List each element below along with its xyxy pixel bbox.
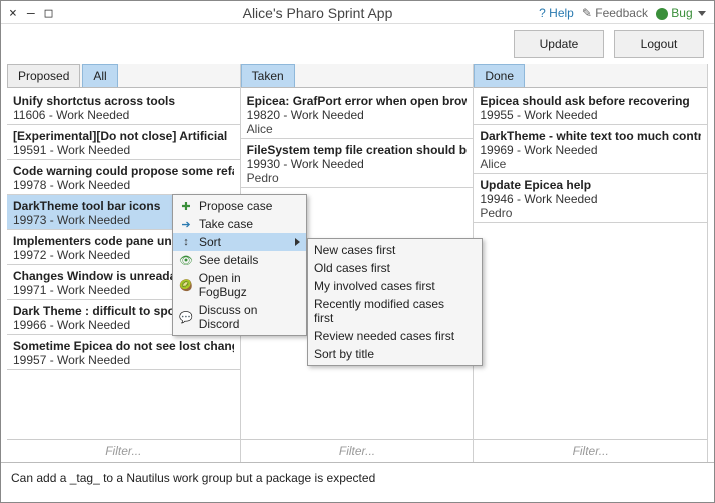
list-item[interactable]: Update Epicea help19946 - Work NeededPed…	[474, 174, 707, 223]
item-title: Unify shortctus across tools	[13, 94, 234, 108]
context-menu-sort-submenu[interactable]: New cases first Old cases first My involve…	[307, 238, 483, 366]
item-title: Code warning could propose some refa	[13, 164, 234, 178]
sort-option-my-involved-cases-first[interactable]: My involved cases first	[308, 277, 482, 295]
item-meta: 19955 - Work Needed	[480, 108, 701, 122]
menu-item-sort[interactable]: ↕ Sort	[173, 233, 306, 251]
menu-item-label: Take case	[199, 217, 253, 231]
item-assignee: Alice	[247, 122, 468, 136]
pencil-icon: ✎	[582, 6, 592, 20]
menu-item-discuss-on-discord[interactable]: 💬 Discuss on Discord	[173, 301, 306, 333]
filter-taken[interactable]: Filter...	[241, 439, 474, 462]
item-meta: 19946 - Work Needed	[480, 192, 701, 206]
feedback-link[interactable]: ✎ Feedback	[582, 6, 648, 20]
titlebar: × – □ Alice's Pharo Sprint App ? Help ✎ …	[1, 1, 714, 24]
minimize-window-button[interactable]: –	[27, 7, 35, 20]
list-item[interactable]: Epicea should ask before recovering19955…	[474, 90, 707, 125]
menu-item-label: Sort	[199, 235, 221, 249]
plus-icon: ✚	[179, 200, 193, 213]
close-window-button[interactable]: ×	[9, 7, 17, 20]
menu-item-label: Sort by title	[314, 347, 374, 361]
menu-item-label: Old cases first	[314, 261, 390, 275]
item-meta: 19969 - Work Needed	[480, 143, 701, 157]
list-item[interactable]: Epicea: GrafPort error when open browse1…	[241, 90, 474, 139]
item-meta: 11606 - Work Needed	[13, 108, 234, 122]
item-assignee: Alice	[480, 157, 701, 171]
list-done[interactable]: Epicea should ask before recovering19955…	[474, 88, 707, 439]
menu-item-label: Discuss on Discord	[199, 303, 286, 331]
item-meta: 19591 - Work Needed	[13, 143, 234, 157]
window-title: Alice's Pharo Sprint App	[129, 5, 506, 21]
tab-proposed[interactable]: Proposed	[7, 64, 80, 87]
chat-icon: 💬	[179, 311, 193, 324]
item-meta: 19930 - Work Needed	[247, 157, 468, 171]
menu-item-label: My involved cases first	[314, 279, 435, 293]
list-item[interactable]: FileSystem temp file creation should be …	[241, 139, 474, 188]
tab-taken[interactable]: Taken	[241, 64, 295, 87]
bug-dropdown[interactable]: Bug	[656, 6, 706, 20]
menu-item-label: Open in FogBugz	[199, 271, 286, 299]
sort-option-new-cases-first[interactable]: New cases first	[308, 241, 482, 259]
kiwi-icon: 🥝	[179, 279, 193, 292]
sort-icon: ↕	[179, 236, 193, 248]
chevron-right-icon	[295, 238, 300, 246]
menu-item-propose-case[interactable]: ✚ Propose case	[173, 197, 306, 215]
menu-item-open-in-fogbugz[interactable]: 🥝 Open in FogBugz	[173, 269, 306, 301]
menu-item-label: Propose case	[199, 199, 272, 213]
item-title: Sometime Epicea do not see lost chang	[13, 339, 234, 353]
list-item[interactable]: DarkTheme - white text too much contras1…	[474, 125, 707, 174]
list-item[interactable]: Sometime Epicea do not see lost chang199…	[7, 335, 240, 370]
list-item[interactable]: Unify shortctus across tools11606 - Work…	[7, 90, 240, 125]
item-title: DarkTheme - white text too much contras	[480, 129, 701, 143]
item-title: Update Epicea help	[480, 178, 701, 192]
tab-all[interactable]: All	[82, 64, 117, 87]
menu-item-label: Recently modified cases first	[314, 297, 462, 325]
status-bar: Can add a _tag_ to a Nautilus work group…	[1, 462, 714, 502]
sort-option-sort-by-title[interactable]: Sort by title	[308, 345, 482, 363]
help-icon: ?	[539, 6, 546, 20]
sort-option-review-needed-cases-first[interactable]: Review needed cases first	[308, 327, 482, 345]
filter-done[interactable]: Filter...	[474, 439, 707, 462]
item-meta: 19820 - Work Needed	[247, 108, 468, 122]
item-title: FileSystem temp file creation should be …	[247, 143, 468, 157]
menu-item-label: Review needed cases first	[314, 329, 454, 343]
eye-icon: 👁	[179, 254, 193, 267]
menu-item-see-details[interactable]: 👁 See details	[173, 251, 306, 269]
sort-option-old-cases-first[interactable]: Old cases first	[308, 259, 482, 277]
maximize-window-button[interactable]: □	[45, 7, 53, 20]
item-title: [Experimental][Do not close] Artificial	[13, 129, 234, 143]
sort-option-recently-modified-cases-first[interactable]: Recently modified cases first	[308, 295, 482, 327]
item-assignee: Pedro	[480, 206, 701, 220]
item-title: Epicea should ask before recovering	[480, 94, 701, 108]
item-assignee: Pedro	[247, 171, 468, 185]
update-button[interactable]: Update	[514, 30, 604, 58]
item-title: Epicea: GrafPort error when open browse	[247, 94, 468, 108]
menu-item-label: New cases first	[314, 243, 395, 257]
menu-item-label: See details	[199, 253, 258, 267]
tab-done[interactable]: Done	[474, 64, 525, 87]
list-item[interactable]: Code warning could propose some refa1997…	[7, 160, 240, 195]
column-done: Done Epicea should ask before recovering…	[474, 64, 708, 462]
filter-proposed[interactable]: Filter...	[7, 439, 240, 462]
chevron-down-icon	[698, 11, 706, 16]
context-menu[interactable]: ✚ Propose case ➔ Take case ↕ Sort 👁 See details…	[172, 194, 307, 336]
help-link[interactable]: ? Help	[539, 6, 574, 20]
menu-item-take-case[interactable]: ➔ Take case	[173, 215, 306, 233]
list-item[interactable]: [Experimental][Do not close] Artificial1…	[7, 125, 240, 160]
arrow-icon: ➔	[179, 218, 193, 231]
bug-icon	[656, 8, 668, 20]
item-meta: 19978 - Work Needed	[13, 178, 234, 192]
item-meta: 19957 - Work Needed	[13, 353, 234, 367]
toolbar: Update Logout	[1, 24, 714, 64]
logout-button[interactable]: Logout	[614, 30, 704, 58]
